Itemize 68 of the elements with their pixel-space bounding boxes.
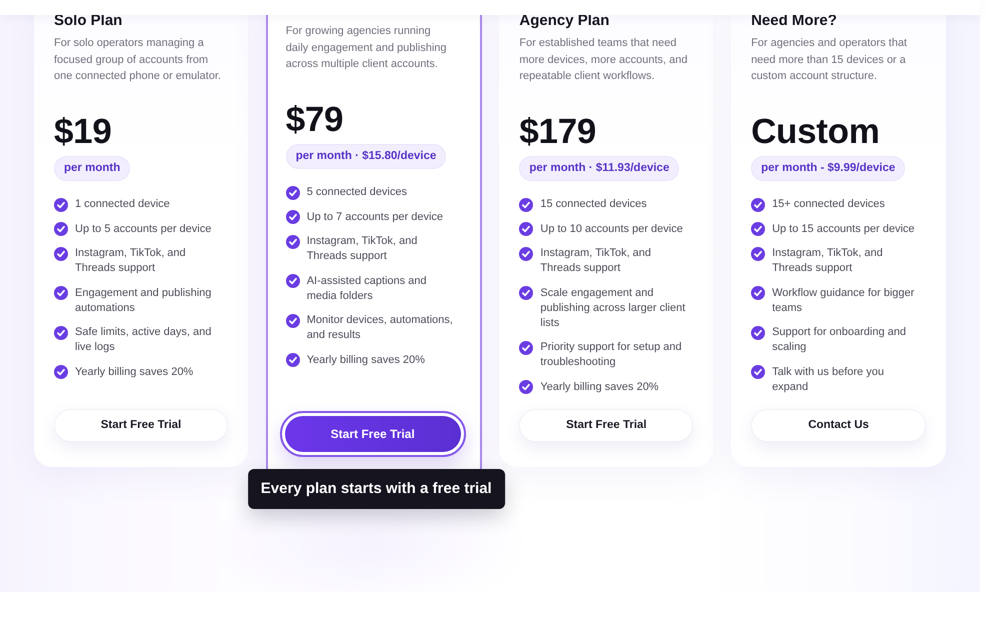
- feature-text: AI-assisted captions and media folders: [306, 274, 428, 304]
- tooltip: Every plan starts with a free trial: [248, 468, 505, 508]
- plan-button[interactable]: Start Free Trial: [280, 410, 466, 456]
- check-icon: [54, 222, 68, 236]
- feature-text: Support for onboarding and scaling: [772, 325, 907, 355]
- plan-button[interactable]: Start Free Trial: [54, 408, 228, 442]
- billing-badge: per month · $15.80/device: [286, 144, 446, 168]
- feature-text: Engagement and publishing automations: [75, 286, 212, 316]
- check-icon: [751, 246, 766, 260]
- check-icon: [286, 274, 300, 288]
- feature-text: Up to 15 accounts per device: [772, 222, 915, 236]
- billing-badge: per month: [54, 156, 130, 180]
- check-icon: [519, 198, 534, 212]
- feature-text: Instagram, TikTok, and Threads support: [75, 246, 187, 276]
- check-icon: [54, 286, 68, 300]
- feature-text: Talk with us before you expand: [772, 364, 885, 394]
- plan-title: Agency Plan: [519, 12, 610, 30]
- check-icon: [519, 246, 534, 260]
- feature-text: Instagram, TikTok, and Threads support: [306, 234, 418, 264]
- plan-description: For established teams that need more devices, more accounts, and repeatable client workflows.: [519, 36, 689, 84]
- check-icon: [54, 326, 68, 340]
- check-icon: [286, 314, 300, 328]
- feature-text: Instagram, TikTok, and Threads support: [772, 246, 884, 276]
- feature-text: Up to 10 accounts per device: [540, 222, 683, 236]
- check-icon: [519, 340, 534, 354]
- plan-title: Solo Plan: [54, 12, 124, 30]
- check-icon: [54, 246, 68, 260]
- feature-text: Instagram, TikTok, and Threads support: [540, 246, 652, 276]
- check-icon: [751, 198, 766, 212]
- feature-text: 1 connected device: [75, 197, 170, 212]
- check-icon: [519, 380, 534, 394]
- plan-description: For agencies and operators that need more than 15 devices or a custom account structure.: [751, 36, 908, 84]
- check-icon: [286, 210, 300, 224]
- check-icon: [54, 198, 68, 212]
- plan-description: For solo operators managing a focused group of accounts from one connected phone or emulator.: [54, 36, 222, 84]
- feature-text: 5 connected devices: [306, 185, 407, 200]
- plan-description: For growing agencies running daily engagement and publishing across multiple client accounts.: [286, 24, 448, 72]
- feature-text: Safe limits, active days, and live logs: [75, 325, 212, 355]
- billing-badge: per month · $11.93/device: [519, 156, 680, 180]
- plan-button[interactable]: Start Free Trial: [519, 408, 694, 442]
- feature-text: Yearly billing saves 20%: [540, 380, 659, 394]
- check-icon: [751, 326, 766, 340]
- plan-price: $79: [286, 102, 344, 136]
- plan-price: $19: [54, 114, 112, 148]
- feature-text: Scale engagement and publishing across larger client lists: [540, 286, 686, 330]
- check-icon: [286, 353, 300, 367]
- plan-price: $179: [519, 114, 598, 148]
- feature-text: Priority support for setup and troubleshooting: [540, 340, 683, 370]
- check-icon: [751, 286, 766, 300]
- check-icon: [286, 186, 300, 200]
- check-icon: [519, 222, 534, 236]
- plan-price: Custom: [751, 114, 881, 148]
- plan-button[interactable]: Contact Us: [751, 408, 926, 442]
- check-icon: [751, 222, 766, 236]
- check-icon: [519, 286, 534, 300]
- check-icon: [54, 365, 68, 379]
- check-icon: [751, 365, 766, 379]
- feature-text: Up to 5 accounts per device: [75, 222, 212, 236]
- feature-text: Yearly billing saves 20%: [75, 364, 194, 380]
- plan-title: Need More?: [751, 12, 838, 30]
- feature-text: Up to 7 accounts per device: [306, 210, 444, 224]
- feature-text: Yearly billing saves 20%: [306, 352, 425, 368]
- feature-text: Monitor devices, automations, and results: [306, 313, 454, 343]
- check-icon: [286, 234, 300, 248]
- feature-text: 15+ connected devices: [772, 197, 885, 212]
- billing-badge: per month - $9.99/device: [751, 156, 906, 180]
- feature-text: 15 connected devices: [540, 197, 647, 212]
- feature-text: Workflow guidance for bigger teams: [772, 286, 916, 316]
